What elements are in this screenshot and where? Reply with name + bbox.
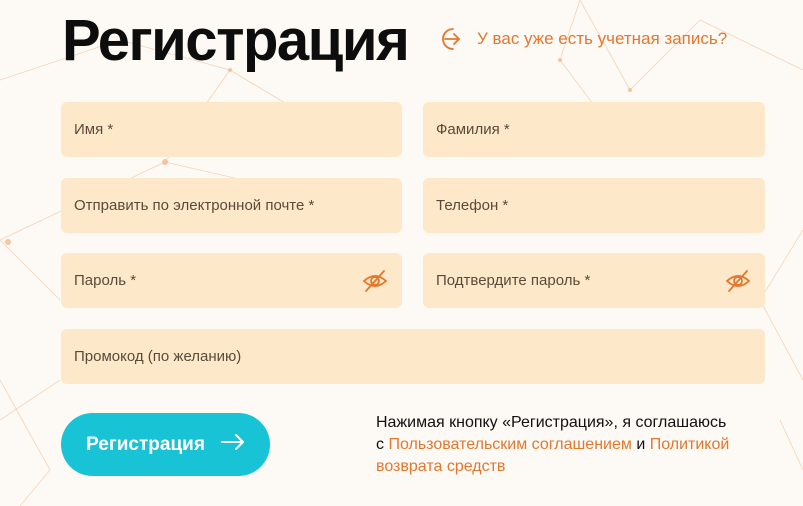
user-agreement-link[interactable]: Пользовательским соглашением [388,436,631,453]
phone-placeholder: Телефон * [436,197,509,214]
confirm-password-placeholder: Подтвердите пароль * [436,272,591,289]
terms-text: Нажимая кнопку «Регистрация», я соглашаю… [376,412,776,478]
register-button[interactable]: Регистрация [61,413,270,476]
promo-code-field[interactable]: Промокод (по желанию) [61,329,765,384]
login-link[interactable]: У вас уже есть учетная запись? [437,26,727,52]
first-name-field[interactable]: Имя * [61,102,402,157]
password-placeholder: Пароль * [74,272,137,289]
login-link-label: У вас уже есть учетная запись? [477,29,728,48]
register-button-label: Регистрация [86,433,205,455]
terms-conjunction: и [636,436,646,453]
terms-prefix: с [376,436,384,453]
last-name-placeholder: Фамилия * [436,121,510,138]
promo-code-placeholder: Промокод (по желанию) [74,348,242,365]
arrow-right-icon [220,433,245,457]
arrow-right-circle-icon [437,26,465,52]
email-field[interactable]: Отправить по электронной почте * [61,178,402,233]
first-name-placeholder: Имя * [74,121,114,138]
last-name-field[interactable]: Фамилия * [423,102,765,157]
eye-slash-icon[interactable] [725,268,751,294]
terms-line-1: Нажимая кнопку «Регистрация», я соглашаю… [376,414,727,431]
eye-slash-icon[interactable] [362,268,388,294]
email-placeholder: Отправить по электронной почте * [74,197,315,214]
phone-field[interactable]: Телефон * [423,178,765,233]
confirm-password-field[interactable]: Подтвердите пароль * [423,253,765,308]
page-title: Регистрация [62,8,410,73]
password-field[interactable]: Пароль * [61,253,402,308]
